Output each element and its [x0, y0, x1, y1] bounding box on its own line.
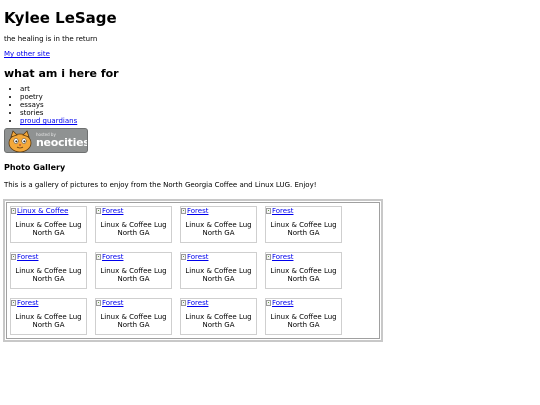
list-item: proud guardians: [20, 117, 536, 125]
gallery-image-link[interactable]: Forest: [11, 253, 38, 261]
gallery-image-link[interactable]: Forest: [266, 207, 293, 215]
gallery-image-alt: Forest: [17, 253, 39, 261]
list-item: art: [20, 85, 536, 93]
neocities-badge[interactable]: hosted by neocities: [4, 128, 88, 153]
list-item-essays: essays: [20, 101, 44, 109]
gallery-image-alt: Forest: [187, 253, 209, 261]
page: Kylee LeSage the healing is in the retur…: [0, 0, 540, 190]
site-title: Kylee LeSage: [4, 9, 117, 27]
gallery-table: Linux & Coffee Linux & Coffee Lug North G…: [3, 199, 383, 342]
gallery-image-link[interactable]: Forest: [181, 207, 208, 215]
gallery-image-link[interactable]: Forest: [266, 299, 293, 307]
gallery-image-link[interactable]: Forest: [96, 207, 123, 215]
gallery-image-alt: Forest: [187, 207, 209, 215]
broken-image-icon: [266, 254, 271, 260]
other-site-link[interactable]: My other site: [4, 50, 536, 59]
tagline: the healing is in the return: [4, 35, 98, 43]
gallery-image-alt: Forest: [272, 253, 294, 261]
gallery-image-alt: Forest: [272, 299, 294, 307]
gallery-image-link[interactable]: Forest: [11, 299, 38, 307]
gallery-caption: Linux & Coffee Lug North GA: [270, 267, 337, 283]
gallery-cell: Linux & Coffee Linux & Coffee Lug North G…: [10, 206, 87, 243]
gallery-caption: Linux & Coffee Lug North GA: [100, 267, 167, 283]
gallery-image-link[interactable]: Forest: [96, 253, 123, 261]
broken-image-icon: [266, 300, 271, 306]
broken-image-icon: [11, 254, 16, 260]
list-item: essays: [20, 101, 536, 109]
gallery-image-link[interactable]: Forest: [266, 253, 293, 261]
gallery-caption: Linux & Coffee Lug North GA: [100, 221, 167, 237]
gallery-cell: Forest Linux & Coffee Lug North GA: [180, 206, 257, 243]
badge-neocities: neocities: [36, 136, 88, 149]
gallery-cell: Forest Linux & Coffee Lug North GA: [95, 298, 172, 335]
section-heading: what am i here for: [4, 67, 119, 80]
broken-image-icon: [266, 208, 271, 214]
gallery-cell: Forest Linux & Coffee Lug North GA: [10, 298, 87, 335]
gallery-cell: Forest Linux & Coffee Lug North GA: [265, 298, 342, 335]
gallery-image-alt: Forest: [187, 299, 209, 307]
gallery-heading: Photo Gallery: [4, 163, 66, 172]
gallery-cell: Forest Linux & Coffee Lug North GA: [265, 206, 342, 243]
purpose-list: art poetry essays stories proud guardian…: [4, 85, 536, 125]
list-item-poetry: poetry: [20, 93, 43, 101]
list-item: poetry: [20, 93, 536, 101]
gallery-cell: Forest Linux & Coffee Lug North GA: [95, 252, 172, 289]
gallery-grid: Linux & Coffee Linux & Coffee Lug North G…: [6, 202, 380, 339]
gallery-caption: Linux & Coffee Lug North GA: [185, 221, 252, 237]
broken-image-icon: [181, 208, 186, 214]
gallery-caption: Linux & Coffee Lug North GA: [270, 221, 337, 237]
gallery-cell: Forest Linux & Coffee Lug North GA: [180, 252, 257, 289]
gallery-intro: This is a gallery of pictures to enjoy f…: [4, 181, 317, 189]
broken-image-icon: [181, 300, 186, 306]
gallery-cell: Forest Linux & Coffee Lug North GA: [10, 252, 87, 289]
list-item: stories: [20, 109, 536, 117]
gallery-image-link[interactable]: Forest: [181, 299, 208, 307]
broken-image-icon: [181, 254, 186, 260]
gallery-caption: Linux & Coffee Lug North GA: [185, 267, 252, 283]
gallery-caption: Linux & Coffee Lug North GA: [270, 313, 337, 329]
gallery-image-alt: Linux & Coffee: [17, 207, 69, 215]
gallery-image-alt: Forest: [102, 207, 124, 215]
list-item-art: art: [20, 85, 30, 93]
broken-image-icon: [96, 300, 101, 306]
gallery-cell: Forest Linux & Coffee Lug North GA: [95, 206, 172, 243]
gallery-image-alt: Forest: [102, 299, 124, 307]
gallery-image-alt: Forest: [102, 253, 124, 261]
broken-image-icon: [11, 208, 16, 214]
proud-guardians-link[interactable]: proud guardians: [20, 117, 77, 125]
gallery-image-link[interactable]: Forest: [96, 299, 123, 307]
gallery-image-link[interactable]: Linux & Coffee: [11, 207, 68, 215]
gallery-image-link[interactable]: Forest: [181, 253, 208, 261]
gallery-image-alt: Forest: [17, 299, 39, 307]
list-item-stories: stories: [20, 109, 44, 117]
gallery-caption: Linux & Coffee Lug North GA: [100, 313, 167, 329]
neocities-cat-icon: [8, 130, 32, 152]
gallery-caption: Linux & Coffee Lug North GA: [185, 313, 252, 329]
gallery-cell: Forest Linux & Coffee Lug North GA: [180, 298, 257, 335]
broken-image-icon: [11, 300, 16, 306]
gallery-caption: Linux & Coffee Lug North GA: [15, 221, 82, 237]
gallery-caption: Linux & Coffee Lug North GA: [15, 267, 82, 283]
gallery-cell: Forest Linux & Coffee Lug North GA: [265, 252, 342, 289]
gallery-image-alt: Forest: [272, 207, 294, 215]
gallery-caption: Linux & Coffee Lug North GA: [15, 313, 82, 329]
broken-image-icon: [96, 254, 101, 260]
broken-image-icon: [96, 208, 101, 214]
